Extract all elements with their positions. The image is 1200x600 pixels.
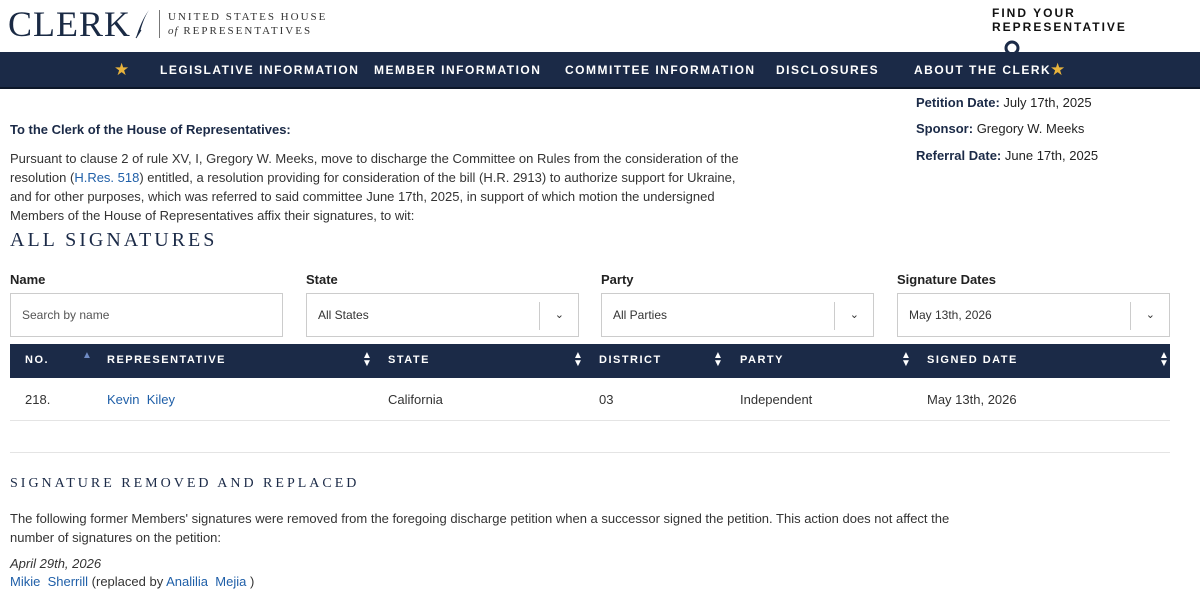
dates-filter-label: Signature Dates xyxy=(897,272,996,287)
nav-member-information[interactable]: MEMBER INFORMATION xyxy=(374,63,541,77)
representative-last-name[interactable]: Kiley xyxy=(147,392,175,407)
removed-replaced-title: SIGNATURE REMOVED AND REPLACED xyxy=(10,476,360,491)
star-icon: ★ xyxy=(1050,60,1066,79)
nav-legislative-information[interactable]: LEGISLATIVE INFORMATION xyxy=(160,63,359,77)
cell-signed-date: May 13th, 2026 xyxy=(927,392,1017,407)
replaced-by-text: (replaced by xyxy=(91,574,164,589)
col-header-district[interactable]: DISTRICT xyxy=(599,354,662,366)
state-select-value: All States xyxy=(318,308,369,322)
sort-icon[interactable]: ▲ ▼ xyxy=(362,351,372,369)
select-divider xyxy=(1130,302,1131,330)
dates-select-value: May 13th, 2026 xyxy=(909,308,992,322)
table-row: 218. Kevin Kiley California 03 Independe… xyxy=(10,378,1170,421)
sort-icon[interactable]: ▲ ▼ xyxy=(901,351,911,369)
logo-subtitle: UNITED STATES HOUSE of REPRESENTATIVES xyxy=(159,10,327,38)
resolution-link[interactable]: H.Res. 518 xyxy=(74,170,139,185)
logo-clerk-text: CLERK xyxy=(8,4,132,44)
name-filter-label: Name xyxy=(10,272,46,287)
sponsor-value: Gregory W. Meeks xyxy=(976,121,1085,136)
referral-date: Referral Date: June 17th, 2025 xyxy=(916,148,1098,163)
intro-paragraph: Pursuant to clause 2 of rule XV, I, Greg… xyxy=(10,149,750,225)
removed-date: April 29th, 2026 xyxy=(10,556,102,571)
sort-icon[interactable]: ▲ ▼ xyxy=(1159,351,1169,369)
main-nav: ★ LEGISLATIVE INFORMATION MEMBER INFORMA… xyxy=(0,52,1200,89)
state-select[interactable]: All States ⌄ xyxy=(306,293,579,337)
removed-entry: Mikie Sherrill (replaced by Analilia Mej… xyxy=(10,574,254,589)
find-rep-label: FIND YOUR REPRESENTATIVE xyxy=(992,6,1127,34)
referral-date-value: June 17th, 2025 xyxy=(1004,148,1099,163)
cell-district: 03 xyxy=(599,392,614,407)
col-header-signed-date[interactable]: SIGNED DATE xyxy=(927,354,1018,366)
nav-about-the-clerk[interactable]: ABOUT THE CLERK xyxy=(914,63,1051,77)
chevron-down-icon[interactable]: ⌄ xyxy=(850,308,859,321)
representative-first-name[interactable]: Kevin xyxy=(107,392,140,407)
sort-asc-icon[interactable]: ▲ xyxy=(82,351,92,361)
successor-first-name[interactable]: Analilia xyxy=(166,574,208,589)
nav-committee-information[interactable]: COMMITTEE INFORMATION xyxy=(565,63,756,77)
removed-member-first-name[interactable]: Mikie xyxy=(10,574,40,589)
removed-member-last-name[interactable]: Sherrill xyxy=(48,574,88,589)
petition-date-value: July 17th, 2025 xyxy=(1003,95,1092,110)
party-select[interactable]: All Parties ⌄ xyxy=(601,293,874,337)
cell-no: 218. xyxy=(25,392,51,407)
nav-disclosures[interactable]: DISCLOSURES xyxy=(776,63,879,77)
logo-subtitle-reps: REPRESENTATIVES xyxy=(183,25,313,37)
signature-dates-select[interactable]: May 13th, 2026 ⌄ xyxy=(897,293,1170,337)
col-header-state[interactable]: STATE xyxy=(388,354,430,366)
chevron-down-icon[interactable]: ⌄ xyxy=(1146,308,1155,321)
sponsor-label: Sponsor: xyxy=(916,121,974,136)
section-divider xyxy=(10,452,1170,453)
col-header-no[interactable]: NO. xyxy=(25,354,49,366)
chevron-down-icon[interactable]: ⌄ xyxy=(555,308,564,321)
party-select-value: All Parties xyxy=(613,308,668,322)
referral-date-label: Referral Date: xyxy=(916,148,1002,163)
sort-icon[interactable]: ▲ ▼ xyxy=(713,351,723,369)
petition-date-label: Petition Date: xyxy=(916,95,1000,110)
name-search-input[interactable] xyxy=(22,308,282,322)
state-filter-label: State xyxy=(306,272,338,287)
sponsor: Sponsor: Gregory W. Meeks xyxy=(916,121,1084,136)
select-divider xyxy=(834,302,835,330)
close-paren: ) xyxy=(249,574,255,589)
name-search-field[interactable] xyxy=(10,293,283,337)
party-filter-label: Party xyxy=(601,272,634,287)
all-signatures-title: ALL SIGNATURES xyxy=(10,229,218,251)
star-icon: ★ xyxy=(114,60,130,79)
col-header-representative[interactable]: REPRESENTATIVE xyxy=(107,354,226,366)
logo-subtitle-line1: UNITED STATES HOUSE xyxy=(168,11,328,23)
cell-representative[interactable]: Kevin Kiley xyxy=(107,392,175,407)
signatures-table-header: NO. ▲ REPRESENTATIVE ▲ ▼ STATE ▲ ▼ DISTRIC… xyxy=(10,344,1170,378)
clerk-logo[interactable]: CLERK UNITED STATES HOUSE of REPRESENTAT… xyxy=(8,6,327,42)
sort-icon[interactable]: ▲ ▼ xyxy=(573,351,583,369)
successor-last-name[interactable]: Mejia xyxy=(215,574,246,589)
petition-date: Petition Date: July 17th, 2025 xyxy=(916,95,1092,110)
removed-description: The following former Members' signatures… xyxy=(10,511,950,545)
logo-subtitle-of: of xyxy=(168,25,179,37)
intro-heading: To the Clerk of the House of Representat… xyxy=(10,122,291,137)
logo-subtitle-line2: of REPRESENTATIVES xyxy=(168,24,327,38)
col-header-party[interactable]: PARTY xyxy=(740,354,784,366)
site-header: CLERK UNITED STATES HOUSE of REPRESENTAT… xyxy=(0,0,1200,62)
cell-party: Independent xyxy=(740,392,813,407)
cell-state: California xyxy=(388,392,443,407)
select-divider xyxy=(539,302,540,330)
feather-icon xyxy=(135,10,150,39)
